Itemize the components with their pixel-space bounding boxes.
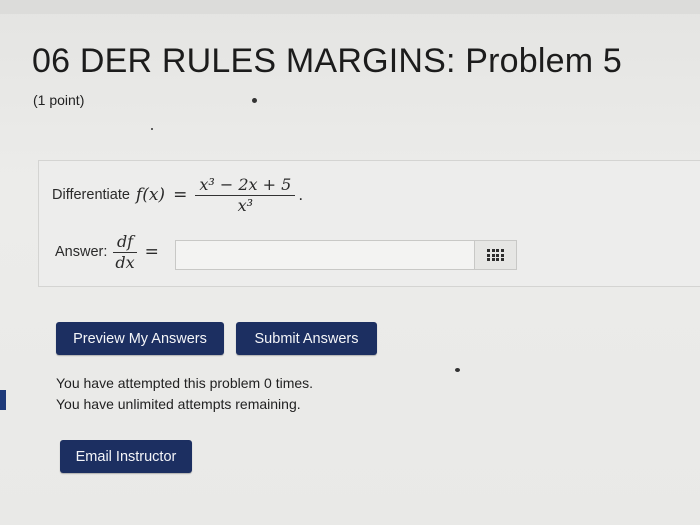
screen-speck	[252, 98, 257, 103]
attempted-count-text: You have attempted this problem 0 times.	[56, 375, 314, 391]
answer-label: Answer:	[55, 244, 108, 260]
answer-equals-sign: =	[144, 242, 159, 262]
attempts-remaining-text: You have unlimited attempts remaining.	[56, 396, 301, 412]
derivative-fraction: df dx	[113, 231, 137, 273]
submit-answers-button[interactable]: Submit Answers	[236, 322, 377, 355]
keypad-button[interactable]	[475, 240, 517, 270]
email-instructor-button[interactable]: Email Instructor	[60, 440, 192, 473]
derivative-numerator: df	[116, 231, 134, 251]
derivative-denominator: dx	[115, 252, 135, 272]
function-lhs: f(x)	[135, 185, 166, 205]
page-title: 06 DER RULES MARGINS: Problem 5	[32, 42, 623, 80]
header-band	[0, 0, 700, 14]
function-numerator: x³ − 2x + 5	[199, 174, 292, 194]
screen-speck	[455, 368, 460, 372]
prompt-text: Differentiate	[52, 187, 130, 203]
attempts-info: You have attempted this problem 0 times.…	[56, 373, 313, 415]
problem-points: (1 point)	[33, 92, 85, 108]
equals-sign: =	[173, 185, 188, 205]
function-fraction: x³ − 2x + 5 x³	[195, 174, 296, 216]
statement-period: .	[298, 185, 304, 204]
screen-speck	[151, 128, 153, 130]
answer-row: Answer: df dx =	[55, 228, 167, 276]
answer-input[interactable]	[175, 240, 475, 270]
grid-keypad-icon	[487, 249, 504, 261]
scroll-marker	[0, 390, 6, 410]
problem-statement: Differentiate f(x) = x³ − 2x + 5 x³ .	[52, 170, 303, 220]
preview-answers-button[interactable]: Preview My Answers	[56, 322, 224, 355]
function-denominator: x³	[237, 195, 254, 215]
